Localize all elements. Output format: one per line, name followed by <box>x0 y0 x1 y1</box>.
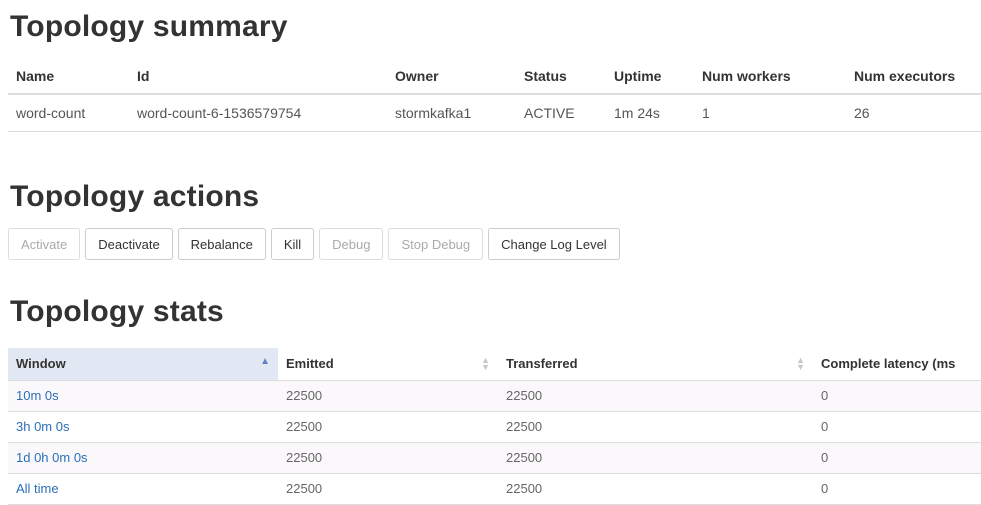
topology-status: ACTIVE <box>516 94 606 132</box>
deactivate-button[interactable]: Deactivate <box>85 228 173 260</box>
debug-button: Debug <box>319 228 384 260</box>
table-row: 10m 0s 22500 22500 0 <box>8 380 981 412</box>
column-header-emitted[interactable]: Emitted ▲ ▼ <box>278 348 498 381</box>
column-header-transferred[interactable]: Transferred ▲ ▼ <box>498 348 813 381</box>
kill-button[interactable]: Kill <box>270 228 315 260</box>
column-header-label: Emitted <box>286 356 334 372</box>
topology-stats-heading: Topology stats <box>10 295 224 328</box>
column-header-label: Complete latency (ms <box>821 356 956 372</box>
topology-uptime: 1m 24s <box>606 94 694 132</box>
topology-num-executors: 26 <box>846 94 981 132</box>
summary-header-row: Name Id Owner Status Uptime Num workers … <box>8 62 981 95</box>
stop-debug-button: Stop Debug <box>388 228 484 260</box>
summary-row: word-count word-count-6-1536579754 storm… <box>8 94 981 132</box>
window-cell: 3h 0m 0s <box>8 411 278 443</box>
latency-cell: 0 <box>813 411 981 443</box>
transferred-cell: 22500 <box>498 442 813 474</box>
column-header-window[interactable]: Window ▲ <box>8 348 278 381</box>
header-num-workers: Num workers <box>694 62 846 95</box>
header-name: Name <box>8 62 129 95</box>
header-owner: Owner <box>387 62 516 95</box>
window-link[interactable]: 3h 0m 0s <box>16 419 69 434</box>
column-header-complete-latency[interactable]: Complete latency (ms <box>813 348 981 381</box>
table-row: All time 22500 22500 0 <box>8 473 981 505</box>
topology-summary-table: Name Id Owner Status Uptime Num workers … <box>8 62 981 132</box>
latency-cell: 0 <box>813 380 981 412</box>
change-log-level-button[interactable]: Change Log Level <box>488 228 620 260</box>
header-status: Status <box>516 62 606 95</box>
window-cell: 10m 0s <box>8 380 278 412</box>
emitted-cell: 22500 <box>278 411 498 443</box>
table-row: 3h 0m 0s 22500 22500 0 <box>8 411 981 443</box>
header-id: Id <box>129 62 387 95</box>
sort-both-icon: ▲ ▼ <box>481 355 490 372</box>
topology-actions-toolbar: Activate Deactivate Rebalance Kill Debug… <box>8 228 620 260</box>
transferred-cell: 22500 <box>498 380 813 412</box>
latency-cell: 0 <box>813 442 981 474</box>
topology-actions-heading: Topology actions <box>10 180 260 213</box>
window-cell: 1d 0h 0m 0s <box>8 442 278 474</box>
window-cell: All time <box>8 473 278 505</box>
stats-header-row: Window ▲ Emitted ▲ ▼ Transferred ▲ ▼ Compl… <box>8 348 981 381</box>
activate-button: Activate <box>8 228 81 260</box>
table-row: 1d 0h 0m 0s 22500 22500 0 <box>8 442 981 474</box>
topology-owner: stormkafka1 <box>387 94 516 132</box>
column-header-label: Window <box>16 356 66 372</box>
emitted-cell: 22500 <box>278 442 498 474</box>
transferred-cell: 22500 <box>498 411 813 443</box>
rebalance-button[interactable]: Rebalance <box>177 228 266 260</box>
topology-stats-table: Window ▲ Emitted ▲ ▼ Transferred ▲ ▼ Compl… <box>8 348 981 505</box>
transferred-cell: 22500 <box>498 473 813 505</box>
window-link[interactable]: 1d 0h 0m 0s <box>16 450 88 465</box>
column-header-label: Transferred <box>506 356 578 372</box>
topology-num-workers: 1 <box>694 94 846 132</box>
emitted-cell: 22500 <box>278 380 498 412</box>
emitted-cell: 22500 <box>278 473 498 505</box>
header-uptime: Uptime <box>606 62 694 95</box>
window-link[interactable]: All time <box>16 481 59 496</box>
topology-id: word-count-6-1536579754 <box>129 94 387 132</box>
topology-summary-heading: Topology summary <box>10 10 288 43</box>
sort-both-icon: ▲ ▼ <box>796 355 805 372</box>
topology-name: word-count <box>8 94 129 132</box>
header-num-executors: Num executors <box>846 62 981 95</box>
latency-cell: 0 <box>813 473 981 505</box>
sort-ascending-icon: ▲ <box>260 356 270 367</box>
window-link[interactable]: 10m 0s <box>16 388 59 403</box>
